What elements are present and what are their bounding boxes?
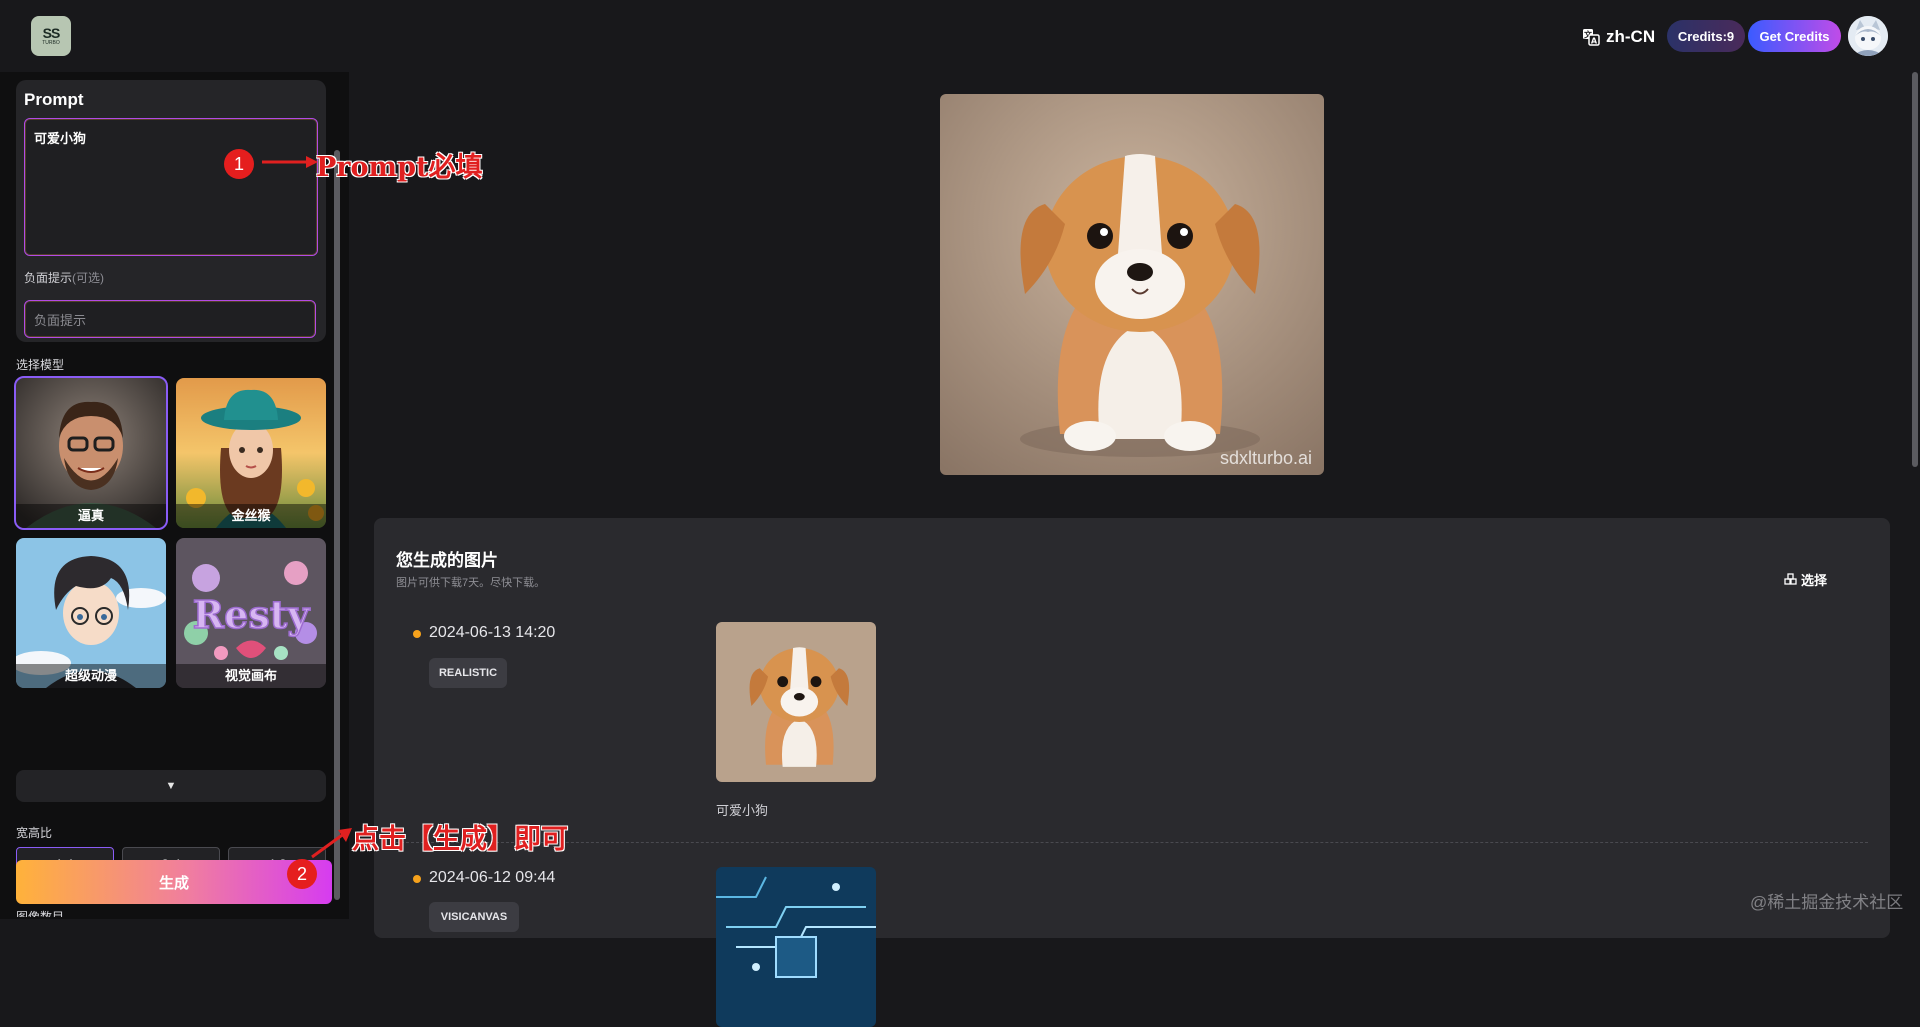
annotation-note-1: Prompt必填 — [316, 152, 483, 183]
annotation-arrows — [262, 156, 352, 859]
annotation-badge-2: 2 — [287, 859, 317, 889]
annotation-badge-1: 1 — [224, 149, 254, 179]
annotation-note-2: 点击【生成】即可 — [352, 824, 568, 855]
corner-watermark: @稀土掘金技术社区 — [1750, 893, 1904, 912]
